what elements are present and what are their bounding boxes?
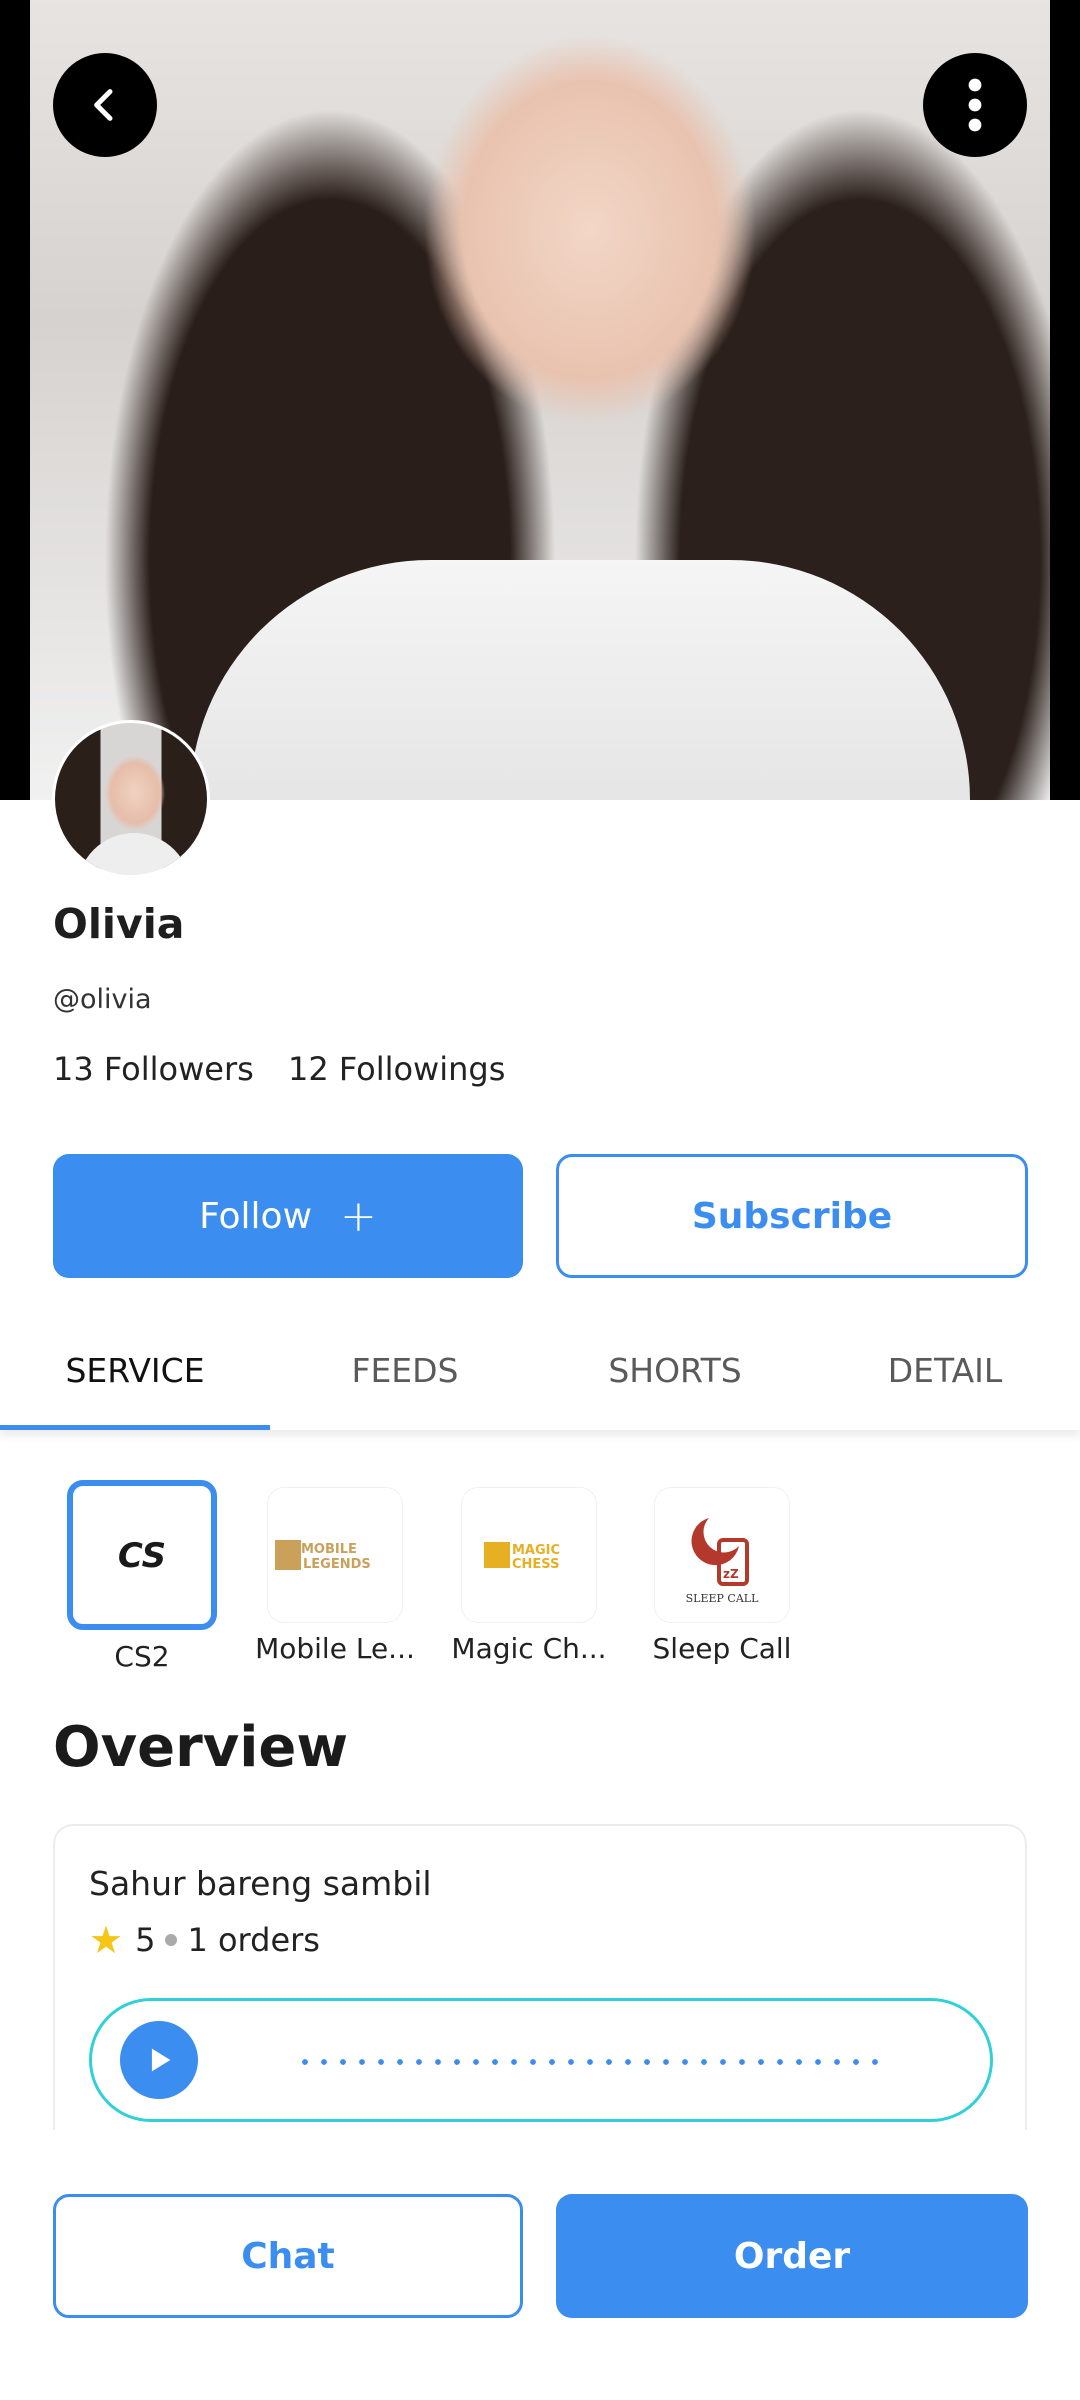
star-icon: ★	[89, 1918, 124, 1962]
voice-note-player	[89, 1998, 993, 2122]
profile-name: Olivia	[53, 900, 185, 948]
avatar[interactable]	[52, 720, 210, 878]
order-label: Order	[733, 2235, 851, 2277]
service-item-sleep-call[interactable]: zZ SLEEP CALL Sleep Call	[632, 1480, 812, 1665]
followers-count[interactable]: 13 Followers	[53, 1050, 254, 1088]
svg-text:zZ: zZ	[723, 1567, 739, 1581]
profile-handle: @olivia	[53, 984, 152, 1015]
tab-detail[interactable]: DETAIL	[810, 1310, 1080, 1430]
card-rating: ★ 5 1 orders	[89, 1918, 320, 1962]
more-vertical-icon	[968, 78, 982, 132]
magic-chess-logo-icon: MAGIC CHESS	[462, 1488, 596, 1622]
service-item-cs2[interactable]: CS CS2	[52, 1480, 232, 1673]
follow-label: Follow	[199, 1195, 313, 1237]
followings-count[interactable]: 12 Followings	[288, 1050, 505, 1088]
play-button[interactable]	[120, 2021, 198, 2099]
separator-dot	[165, 1934, 178, 1946]
chat-label: Chat	[241, 2235, 335, 2277]
service-item-mobile-legends[interactable]: MOBILE LEGENDS Mobile Le...	[245, 1480, 425, 1665]
orders-count: 1 orders	[187, 1921, 320, 1959]
order-button[interactable]: Order	[556, 2194, 1028, 2318]
plus-icon: +	[340, 1190, 377, 1242]
sleep-call-logo-icon: zZ SLEEP CALL	[655, 1488, 789, 1622]
svg-text:SLEEP CALL: SLEEP CALL	[686, 1592, 759, 1605]
service-label: Magic Ch...	[451, 1632, 607, 1665]
more-options-button[interactable]	[923, 53, 1027, 157]
mobile-legends-logo-icon: MOBILE LEGENDS	[268, 1488, 402, 1622]
overview-card[interactable]: Sahur bareng sambil ★ 5 1 orders	[53, 1824, 1027, 2134]
cs2-logo-icon: CS	[67, 1480, 217, 1630]
play-icon	[151, 2048, 171, 2072]
service-label: Sleep Call	[652, 1632, 792, 1665]
back-button[interactable]	[53, 53, 157, 157]
follow-button[interactable]: Follow +	[53, 1154, 523, 1278]
service-label: CS2	[114, 1640, 170, 1673]
cover-image	[30, 0, 1050, 800]
svg-text:CHESS: CHESS	[512, 1557, 559, 1572]
overview-heading: Overview	[53, 1715, 349, 1780]
chevron-left-icon	[94, 89, 113, 121]
tab-service[interactable]: SERVICE	[0, 1310, 270, 1430]
waveform[interactable]	[302, 2059, 882, 2065]
card-title: Sahur bareng sambil	[89, 1864, 432, 1903]
service-list: CS CS2 MOBILE LEGENDS Mobile Le... MAGIC…	[52, 1480, 1052, 1680]
svg-text:LEGENDS: LEGENDS	[303, 1557, 371, 1572]
tab-feeds[interactable]: FEEDS	[270, 1310, 540, 1430]
chat-button[interactable]: Chat	[53, 2194, 523, 2318]
svg-text:MAGIC: MAGIC	[512, 1543, 560, 1558]
tab-shorts[interactable]: SHORTS	[540, 1310, 810, 1430]
cover-photo	[0, 0, 1080, 800]
service-label: Mobile Le...	[255, 1632, 415, 1665]
subscribe-button[interactable]: Subscribe	[556, 1154, 1028, 1278]
svg-text:CS: CS	[118, 1536, 166, 1575]
service-item-magic-chess[interactable]: MAGIC CHESS Magic Ch...	[439, 1480, 619, 1665]
profile-tabs: SERVICE FEEDS SHORTS DETAIL	[0, 1310, 1080, 1430]
rating-value: 5	[135, 1921, 156, 1959]
profile-stats: 13 Followers 12 Followings	[53, 1050, 529, 1088]
subscribe-label: Subscribe	[691, 1195, 893, 1237]
svg-text:MOBILE: MOBILE	[301, 1542, 357, 1557]
